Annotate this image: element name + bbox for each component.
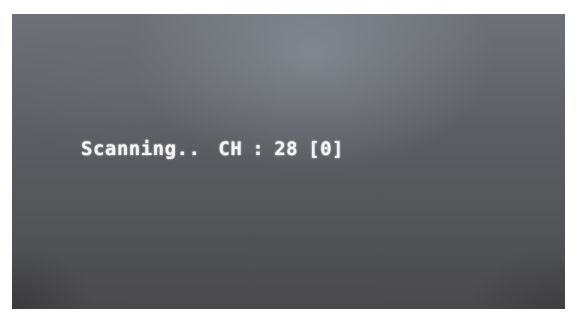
tv-screen: Scanning.. CH : 28 [0] (12, 14, 565, 309)
found-channel-count: [0] (308, 138, 344, 160)
scan-status-text: Scanning.. (81, 138, 201, 160)
channel-separator: : (252, 138, 265, 160)
photo-frame: Scanning.. CH : 28 [0] (0, 0, 579, 315)
channel-label: CH (218, 138, 243, 160)
channel-scan-status: Scanning.. CH : 28 [0] (81, 138, 344, 160)
channel-readout: CH : 28 [0] (218, 138, 344, 160)
channel-number: 28 (274, 138, 299, 160)
